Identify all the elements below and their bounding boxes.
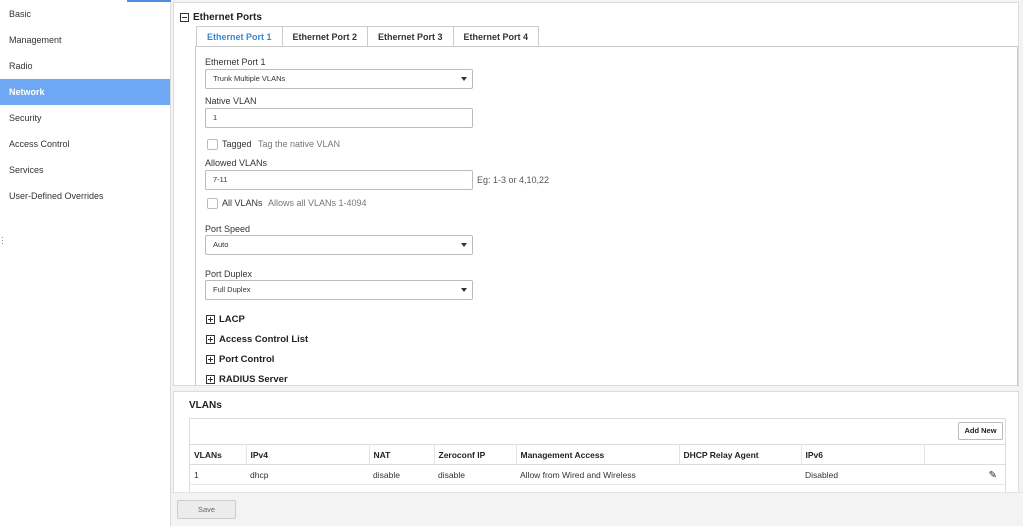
cell-zeroconf: disable (434, 464, 516, 485)
expand-icon[interactable] (206, 314, 215, 324)
section-lacp-title: LACP (219, 313, 245, 325)
column-header[interactable]: VLANs (190, 444, 247, 465)
all-vlans-checkbox[interactable] (207, 198, 218, 209)
sidebar-item-basic[interactable]: Basic (0, 1, 170, 27)
add-new-button[interactable]: Add New (958, 422, 1003, 440)
section-port-control[interactable]: Port Control (206, 353, 274, 365)
vlans-table-container: Add New VLANs IPv4 NAT Zeroconf IP Manag… (189, 418, 1006, 494)
cell-management-access: Allow from Wired and Wireless (516, 464, 679, 485)
footer-bar: Save (171, 492, 1023, 526)
chevron-down-icon (461, 288, 467, 292)
column-header[interactable]: NAT (369, 444, 435, 465)
sidebar-item-radio[interactable]: Radio (0, 53, 170, 79)
vlans-table: VLANs IPv4 NAT Zeroconf IP Management Ac… (190, 444, 1005, 485)
tab-ethernet-port-1[interactable]: Ethernet Port 1 (196, 26, 282, 47)
column-header (924, 444, 1005, 465)
sidebar-item-management[interactable]: Management (0, 27, 170, 53)
chevron-down-icon (461, 77, 467, 81)
ethernet-port-tabs: Ethernet Port 1 Ethernet Port 2 Ethernet… (196, 26, 540, 47)
tab-ethernet-port-4[interactable]: Ethernet Port 4 (452, 26, 540, 47)
column-header[interactable]: DHCP Relay Agent (679, 444, 802, 465)
port-mode-select[interactable]: Trunk Multiple VLANs (205, 69, 473, 89)
cell-actions: ✎ (924, 464, 1005, 485)
port-speed-select[interactable]: Auto (205, 235, 473, 255)
column-header[interactable]: Zeroconf IP (434, 444, 517, 465)
tagged-checkbox[interactable] (207, 139, 218, 150)
allowed-vlans-input[interactable]: 7-11 (205, 170, 473, 190)
section-access-control-list[interactable]: Access Control List (206, 333, 308, 345)
sidebar: Basic Management Radio Network Security … (0, 0, 171, 526)
ethernet-ports-title: Ethernet Ports (193, 11, 262, 23)
vlans-title: VLANs (189, 400, 222, 411)
section-port-control-title: Port Control (219, 353, 275, 365)
port-duplex-label: Port Duplex (205, 269, 253, 279)
cell-dhcp-relay (679, 464, 801, 485)
save-button[interactable]: Save (177, 500, 236, 519)
edit-pencil-icon[interactable]: ✎ (989, 470, 997, 481)
sidebar-item-services[interactable]: Services (0, 157, 170, 183)
section-radius-server-title: RADIUS Server (219, 373, 288, 385)
collapse-icon[interactable] (180, 12, 189, 22)
tab-ethernet-port-2[interactable]: Ethernet Port 2 (281, 26, 368, 47)
column-header[interactable]: IPv6 (801, 444, 925, 465)
cell-nat: disable (369, 464, 434, 485)
section-access-control-list-title: Access Control List (219, 333, 309, 345)
port-speed-label: Port Speed (205, 224, 251, 234)
expand-icon[interactable] (206, 334, 215, 344)
ethernet-ports-panel: Ethernet Ports Ethernet Port 1 Ethernet … (173, 2, 1019, 386)
tab-ethernet-port-3[interactable]: Ethernet Port 3 (367, 26, 453, 47)
allowed-vlans-hint: Eg: 1-3 or 4,10,22 (477, 175, 550, 185)
section-lacp[interactable]: LACP (206, 313, 245, 325)
vlans-panel: VLANs Add New VLANs IPv4 NAT Zeroconf IP… (173, 391, 1019, 495)
allowed-vlans-label: Allowed VLANs (205, 158, 268, 168)
expand-icon[interactable] (206, 374, 215, 384)
cell-ipv6: Disabled (801, 464, 924, 485)
column-header[interactable]: IPv4 (246, 444, 370, 465)
native-vlan-input[interactable]: 1 (205, 108, 473, 128)
port-mode-label: Ethernet Port 1 (205, 57, 266, 67)
cell-ipv4: dhcp (246, 464, 369, 485)
sidebar-item-network[interactable]: Network (0, 79, 170, 105)
resize-handle-icon[interactable]: · · · (1, 234, 4, 248)
sidebar-item-access-control[interactable]: Access Control (0, 131, 170, 157)
all-vlans-hint: Allows all VLANs 1-4094 (268, 198, 367, 208)
sidebar-item-security[interactable]: Security (0, 105, 170, 131)
port-duplex-value: Full Duplex (213, 285, 251, 294)
tagged-label: Tagged (222, 139, 252, 149)
port-speed-value: Auto (213, 240, 229, 249)
ethernet-ports-header[interactable]: Ethernet Ports (180, 11, 262, 23)
all-vlans-label: All VLANs (222, 198, 263, 208)
table-header-row: VLANs IPv4 NAT Zeroconf IP Management Ac… (190, 444, 1005, 465)
port-duplex-select[interactable]: Full Duplex (205, 280, 473, 300)
tagged-hint: Tag the native VLAN (258, 139, 341, 149)
table-row[interactable]: 1 dhcp disable disable Allow from Wired … (190, 464, 1005, 485)
port-mode-value: Trunk Multiple VLANs (213, 74, 286, 83)
native-vlan-label: Native VLAN (205, 96, 257, 106)
ethernet-port-tab-content: Ethernet Port 1 Trunk Multiple VLANs Nat… (195, 46, 1018, 386)
main-content: Ethernet Ports Ethernet Port 1 Ethernet … (171, 0, 1023, 526)
sidebar-item-user-defined-overrides[interactable]: User-Defined Overrides (0, 183, 170, 209)
cell-vlan: 1 (190, 464, 246, 485)
expand-icon[interactable] (206, 354, 215, 364)
section-radius-server[interactable]: RADIUS Server (206, 373, 288, 385)
chevron-down-icon (461, 243, 467, 247)
column-header[interactable]: Management Access (516, 444, 680, 465)
